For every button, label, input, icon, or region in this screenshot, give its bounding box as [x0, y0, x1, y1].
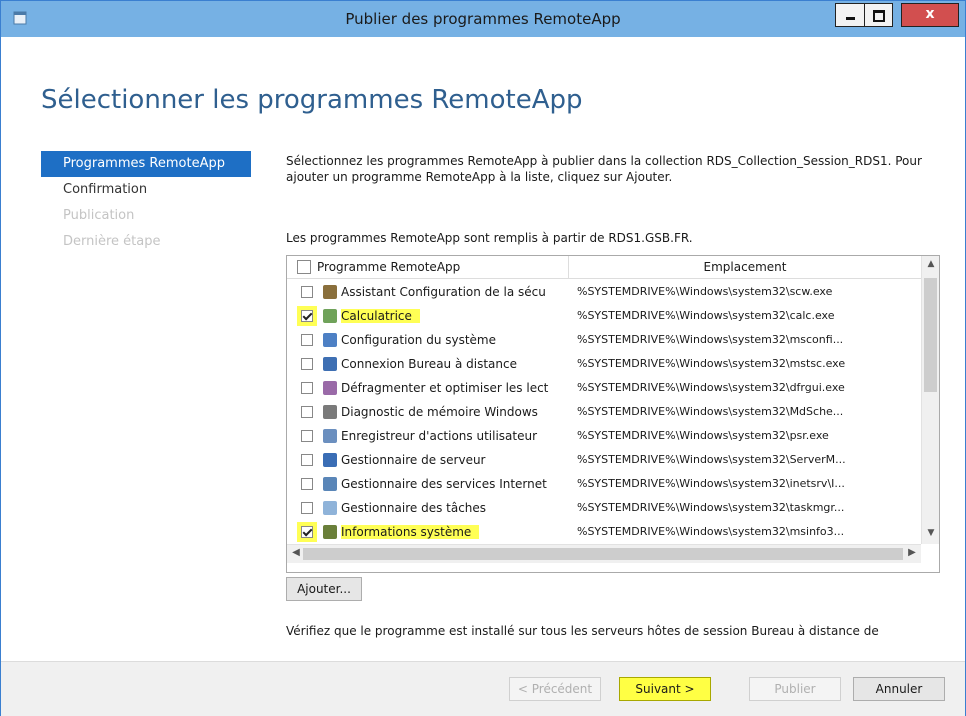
column-header-location[interactable]: Emplacement [569, 260, 921, 274]
program-location: %SYSTEMDRIVE%\Windows\system32\MdSche... [577, 405, 844, 418]
source-text: Les programmes RemoteApp sont remplis à … [286, 231, 693, 245]
program-name: Gestionnaire des tâches [341, 501, 487, 515]
program-name: Informations système [341, 525, 480, 539]
scroll-down-icon[interactable]: ▼ [922, 528, 939, 538]
server-manager-icon [323, 453, 337, 467]
row-checkbox[interactable] [301, 454, 313, 466]
nav-item-derniere-etape: Dernière étape [63, 234, 161, 249]
system-info-icon [323, 525, 337, 539]
row-checkbox[interactable] [301, 310, 313, 322]
row-checkbox[interactable] [301, 502, 313, 514]
program-location: %SYSTEMDRIVE%\Windows\system32\taskmgr..… [577, 501, 845, 514]
program-location: %SYSTEMDRIVE%\Windows\system32\calc.exe [577, 309, 835, 322]
table-row[interactable]: Gestionnaire des tâches %SYSTEMDRIVE%\Wi… [287, 497, 921, 521]
remote-desktop-icon [323, 357, 337, 371]
horizontal-scroll-thumb[interactable] [303, 548, 903, 560]
memory-diagnostic-icon [323, 405, 337, 419]
next-button[interactable]: Suivant > [619, 677, 711, 701]
table-row[interactable]: Configuration du système %SYSTEMDRIVE%\W… [287, 329, 921, 353]
table-row[interactable]: Connexion Bureau à distance %SYSTEMDRIVE… [287, 353, 921, 377]
program-location: %SYSTEMDRIVE%\Windows\system32\psr.exe [577, 429, 829, 442]
system-config-icon [323, 333, 337, 347]
column-header-name[interactable]: Programme RemoteApp [317, 260, 460, 274]
list-header: Programme RemoteApp Emplacement [287, 256, 921, 279]
dialog-window: Publier des programmes RemoteApp x Sélec… [0, 0, 966, 716]
program-name: Gestionnaire de serveur [341, 453, 486, 467]
task-manager-icon [323, 501, 337, 515]
calculator-icon [323, 309, 337, 323]
table-row[interactable]: Défragmenter et optimiser les lect %SYST… [287, 377, 921, 401]
row-checkbox[interactable] [301, 358, 313, 370]
program-name: Assistant Configuration de la sécu [341, 285, 546, 299]
wizard-nav: Programmes RemoteApp Confirmation Public… [41, 151, 251, 255]
nav-item-programmes[interactable]: Programmes RemoteApp [41, 151, 251, 177]
page-title: Sélectionner les programmes RemoteApp [41, 85, 583, 115]
publish-button[interactable]: Publier [749, 677, 841, 701]
program-name: Enregistreur d'actions utilisateur [341, 429, 538, 443]
security-wizard-icon [323, 285, 337, 299]
row-checkbox[interactable] [301, 334, 313, 346]
program-location: %SYSTEMDRIVE%\Windows\system32\inetsrv\I… [577, 477, 845, 490]
table-row[interactable]: Enregistreur d'actions utilisateur %SYST… [287, 425, 921, 449]
previous-button[interactable]: < Précédent [509, 677, 601, 701]
program-name: Gestionnaire des services Internet [341, 477, 547, 491]
table-row[interactable]: Gestionnaire de serveur %SYSTEMDRIVE%\Wi… [287, 449, 921, 473]
program-name: Connexion Bureau à distance [341, 357, 517, 371]
steps-recorder-icon [323, 429, 337, 443]
maximize-button[interactable] [865, 3, 893, 27]
program-name: Défragmenter et optimiser les lect [341, 381, 549, 395]
minimize-button[interactable] [835, 3, 865, 27]
iis-manager-icon [323, 477, 337, 491]
row-checkbox[interactable] [301, 526, 313, 538]
close-icon: x [925, 6, 935, 22]
vertical-scroll-thumb[interactable] [924, 278, 937, 392]
table-row[interactable]: Gestionnaire des services Internet %SYST… [287, 473, 921, 497]
defrag-icon [323, 381, 337, 395]
add-button[interactable]: Ajouter... [286, 577, 362, 601]
row-checkbox[interactable] [301, 286, 313, 298]
vertical-scrollbar[interactable]: ▲ ▼ [921, 256, 939, 544]
scroll-up-icon[interactable]: ▲ [922, 259, 939, 269]
program-location: %SYSTEMDRIVE%\Windows\system32\ServerM..… [577, 453, 846, 466]
description-text: Sélectionnez les programmes RemoteApp à … [286, 154, 922, 184]
row-checkbox[interactable] [301, 406, 313, 418]
program-name: Diagnostic de mémoire Windows [341, 405, 538, 419]
row-checkbox[interactable] [301, 382, 313, 394]
scroll-left-icon[interactable]: ◀ [289, 547, 303, 558]
row-checkbox[interactable] [301, 478, 313, 490]
table-row[interactable]: Informations système %SYSTEMDRIVE%\Windo… [287, 521, 921, 544]
table-row[interactable]: Calculatrice %SYSTEMDRIVE%\Windows\syste… [287, 305, 921, 329]
program-location: %SYSTEMDRIVE%\Windows\system32\msconfi..… [577, 333, 844, 346]
select-all-checkbox[interactable] [297, 260, 311, 274]
program-list[interactable]: Programme RemoteApp Emplacement Assistan… [286, 255, 940, 573]
program-location: %SYSTEMDRIVE%\Windows\system32\mstsc.exe [577, 357, 846, 370]
window-title: Publier des programmes RemoteApp [345, 10, 621, 28]
close-button[interactable]: x [901, 3, 959, 27]
table-row[interactable]: Diagnostic de mémoire Windows %SYSTEMDRI… [287, 401, 921, 425]
install-note: Vérifiez que le programme est installé s… [286, 624, 879, 638]
nav-item-confirmation[interactable]: Confirmation [41, 177, 251, 203]
list-rows: Assistant Configuration de la sécu %SYST… [287, 281, 921, 544]
program-location: %SYSTEMDRIVE%\Windows\system32\scw.exe [577, 285, 833, 298]
horizontal-scrollbar[interactable]: ◀ ▶ [287, 544, 921, 563]
table-row[interactable]: Assistant Configuration de la sécu %SYST… [287, 281, 921, 305]
nav-item-publication: Publication [63, 208, 135, 223]
title-bar[interactable]: Publier des programmes RemoteApp x [1, 1, 965, 37]
program-location: %SYSTEMDRIVE%\Windows\system32\msinfo3..… [577, 525, 845, 538]
program-name: Configuration du système [341, 333, 496, 347]
program-location: %SYSTEMDRIVE%\Windows\system32\dfrgui.ex… [577, 381, 845, 394]
scroll-right-icon[interactable]: ▶ [905, 547, 919, 558]
row-checkbox[interactable] [301, 430, 313, 442]
program-name: Calculatrice [341, 309, 420, 323]
cancel-button[interactable]: Annuler [853, 677, 945, 701]
